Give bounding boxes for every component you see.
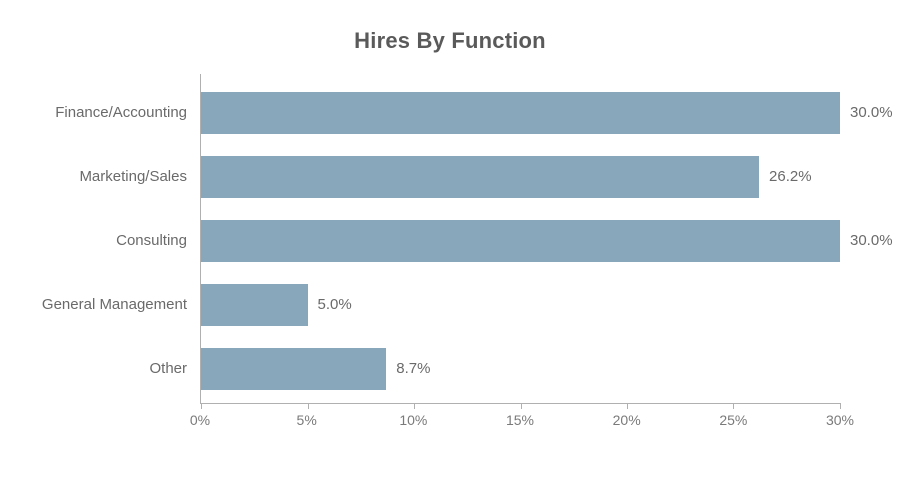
bar: 5.0% — [201, 284, 308, 326]
bar-row: General Management 5.0% — [201, 284, 840, 326]
bar-row: Other 8.7% — [201, 348, 840, 390]
bar-row: Finance/Accounting 30.0% — [201, 92, 840, 134]
x-tick — [521, 403, 522, 409]
category-label: General Management — [42, 284, 201, 326]
x-tick — [840, 403, 841, 409]
category-label: Finance/Accounting — [55, 92, 201, 134]
bar-row: Marketing/Sales 26.2% — [201, 156, 840, 198]
x-tick-label: 5% — [297, 412, 317, 428]
x-tick — [733, 403, 734, 409]
value-label: 8.7% — [386, 348, 430, 390]
category-label: Marketing/Sales — [79, 156, 201, 198]
x-tick-label: 25% — [719, 412, 747, 428]
x-tick-label: 10% — [399, 412, 427, 428]
category-label: Consulting — [116, 220, 201, 262]
value-label: 26.2% — [759, 156, 812, 198]
x-tick-label: 20% — [613, 412, 641, 428]
value-label: 30.0% — [840, 92, 893, 134]
bar: 30.0% — [201, 92, 840, 134]
bar-row: Consulting 30.0% — [201, 220, 840, 262]
bar: 26.2% — [201, 156, 759, 198]
x-tick — [308, 403, 309, 409]
x-tick-label: 0% — [190, 412, 210, 428]
x-tick — [414, 403, 415, 409]
chart-title: Hires By Function — [0, 0, 900, 74]
x-tick — [627, 403, 628, 409]
category-label: Other — [149, 348, 201, 390]
bar: 30.0% — [201, 220, 840, 262]
bar: 8.7% — [201, 348, 386, 390]
x-tick-label: 15% — [506, 412, 534, 428]
chart-area: Finance/Accounting 30.0% Marketing/Sales… — [200, 74, 840, 434]
plot-region: Finance/Accounting 30.0% Marketing/Sales… — [200, 74, 840, 404]
x-tick-label: 30% — [826, 412, 854, 428]
value-label: 30.0% — [840, 220, 893, 262]
x-tick — [201, 403, 202, 409]
value-label: 5.0% — [308, 284, 352, 326]
